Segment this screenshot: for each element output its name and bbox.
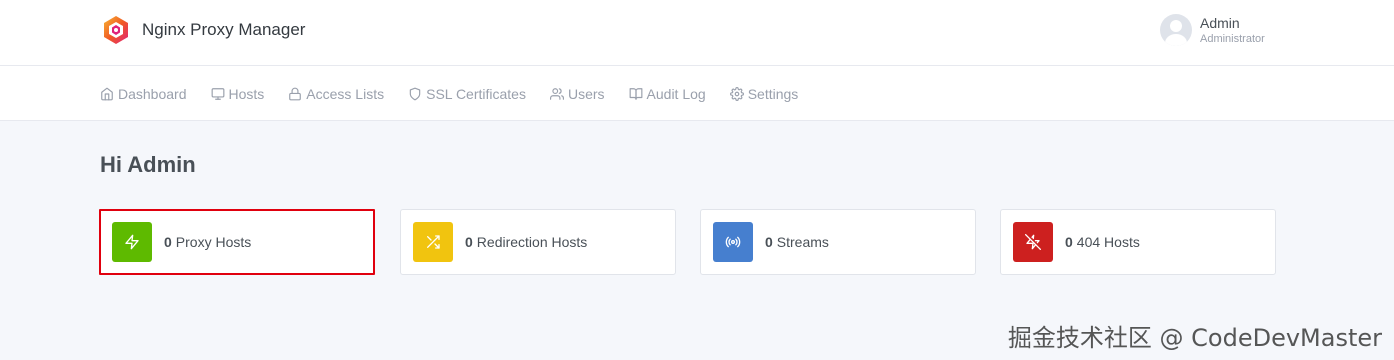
stat-count: 0 — [765, 234, 773, 250]
404-hosts-card[interactable]: 0 404 Hosts — [1000, 209, 1276, 275]
stat-count: 0 — [465, 234, 473, 250]
redirection-hosts-stamp — [413, 222, 453, 262]
page-title: Hi Admin — [100, 152, 196, 177]
shield-icon — [409, 87, 421, 100]
brand[interactable]: Nginx Proxy Manager — [100, 14, 305, 46]
app-header: Nginx Proxy Manager Admin Administrator — [0, 0, 1394, 66]
nav-item-access-lists[interactable]: Access Lists — [288, 86, 384, 102]
app-title: Nginx Proxy Manager — [142, 20, 306, 39]
streams-card[interactable]: 0 Streams — [700, 209, 976, 275]
nav-item-label: Users — [567, 85, 605, 102]
stat-count: 0 — [164, 234, 172, 250]
user-name: Admin — [1200, 14, 1240, 31]
stat-count: 0 — [1065, 234, 1073, 250]
stat-label: 404 Hosts — [1076, 234, 1140, 250]
users-icon — [549, 87, 564, 100]
nav-item-label: Settings — [747, 85, 799, 102]
zap-icon — [125, 234, 139, 250]
nav-item-users[interactable]: Users — [549, 85, 605, 102]
nginx-proxy-manager-logo — [104, 16, 128, 44]
avatar — [1160, 14, 1192, 46]
proxy-hosts-card[interactable]: 0 Proxy Hosts — [99, 209, 375, 275]
nav-item-label: Access Lists — [306, 85, 385, 102]
zap-off-icon — [1025, 234, 1041, 250]
nav-item-settings[interactable]: Settings — [729, 85, 799, 102]
user-role: Administrator — [1200, 32, 1265, 45]
streams-stamp — [713, 222, 753, 262]
lock-icon — [289, 87, 302, 100]
main-nav: Dashboard Hosts Access Lists SSL Certifi… — [0, 66, 1394, 121]
stat-label: Redirection Hosts — [476, 234, 588, 250]
stat-label: Streams — [776, 234, 829, 250]
shuffle-icon — [427, 235, 440, 249]
home-icon — [101, 87, 113, 100]
404-hosts-stamp — [1013, 222, 1053, 262]
nav-item-hosts[interactable]: Hosts — [211, 85, 265, 102]
nav-item-dashboard[interactable]: Dashboard — [100, 86, 187, 102]
nav-item-label: Audit Log — [646, 85, 706, 102]
nav-item-label: Dashboard — [118, 85, 187, 102]
stat-label: Proxy Hosts — [175, 234, 252, 250]
nav-item-ssl-certificates[interactable]: SSL Certificates — [408, 86, 526, 102]
redirection-hosts-card[interactable]: 0 Redirection Hosts — [400, 209, 676, 275]
nav-item-label: Hosts — [228, 85, 265, 102]
proxy-hosts-stamp — [112, 222, 152, 262]
watermark: 掘金技术社区 @ CodeDevMaster — [1007, 324, 1382, 352]
monitor-icon — [211, 87, 224, 100]
user-menu[interactable]: Admin Administrator — [1160, 14, 1265, 46]
nav-item-label: SSL Certificates — [426, 85, 526, 102]
gear-icon — [729, 86, 744, 101]
nav-item-audit-log[interactable]: Audit Log — [629, 86, 706, 102]
book-icon — [629, 87, 642, 100]
radio-icon — [725, 236, 741, 248]
user-avatar-icon — [1165, 20, 1187, 46]
